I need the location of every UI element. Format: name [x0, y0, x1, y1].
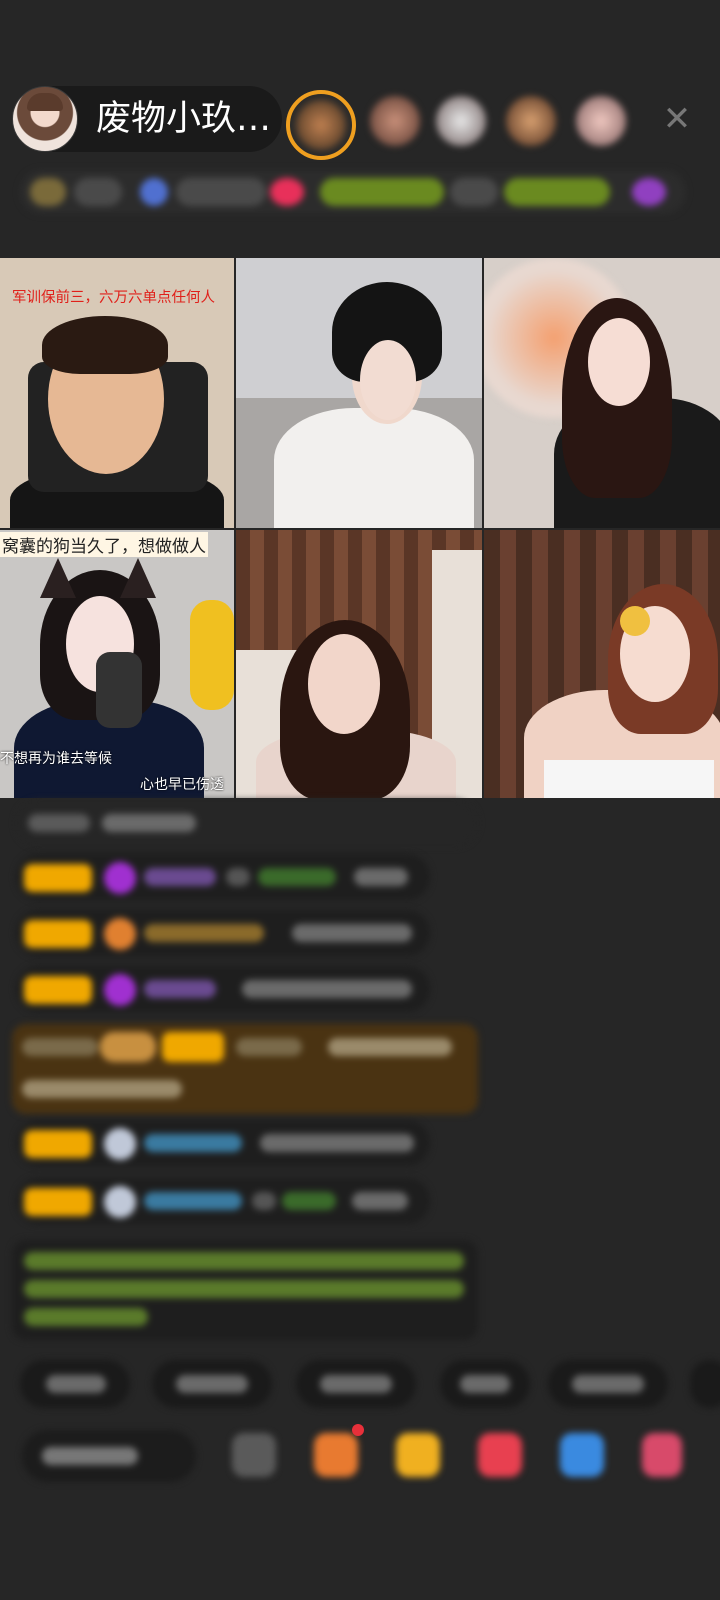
viewer-avatar-3[interactable]: [430, 90, 492, 152]
video-tile-2[interactable]: [236, 258, 482, 528]
video-tile-6[interactable]: [484, 530, 720, 798]
video-tile-lyric: 不想再为谁去等候: [0, 751, 112, 767]
chat-message[interactable]: [16, 854, 430, 900]
host-info-pill[interactable]: 废物小玖…: [12, 86, 282, 152]
viewer-avatar-2[interactable]: [364, 90, 426, 152]
host-name: 废物小玖…: [96, 99, 272, 139]
chat-message[interactable]: [16, 800, 478, 846]
chat-message[interactable]: [16, 966, 430, 1012]
quick-reply-chip[interactable]: [440, 1360, 530, 1408]
game-controller-icon[interactable]: [560, 1433, 604, 1477]
treasure-icon[interactable]: [396, 1433, 440, 1477]
close-icon[interactable]: ✕: [660, 102, 694, 136]
emoji-icon[interactable]: [232, 1433, 276, 1477]
video-tile-caption: 窝囊的狗当久了，想做做人: [0, 532, 208, 557]
say-something-input[interactable]: [22, 1430, 196, 1482]
video-tile-5[interactable]: [236, 530, 482, 798]
quick-reply-chip[interactable]: [548, 1360, 668, 1408]
gift-box-icon[interactable]: [314, 1433, 358, 1477]
video-tile-caption: 军训保前三，六万六单点任何人: [12, 290, 215, 306]
notification-dot: [352, 1424, 364, 1436]
quick-reply-chip[interactable]: [152, 1360, 272, 1408]
chat-message[interactable]: [16, 1120, 430, 1166]
quick-reply-chip[interactable]: [296, 1360, 416, 1408]
host-avatar[interactable]: [12, 86, 78, 152]
room-info-row[interactable]: [20, 170, 686, 214]
chat-message-highlight[interactable]: [12, 1024, 478, 1114]
video-tile-4[interactable]: 窝囊的狗当久了，想做做人 不想再为谁去等候 心也早已伤透: [0, 530, 234, 798]
multi-guest-video-grid: 军训保前三，六万六单点任何人 窝囊的狗当久了，想做做人 不想再为谁去等候 心也早…: [0, 258, 720, 798]
viewer-avatar-4[interactable]: [500, 90, 562, 152]
video-tile-3[interactable]: [484, 258, 720, 528]
video-tile-lyric: 心也早已伤透: [140, 777, 224, 793]
heart-game-icon[interactable]: [478, 1433, 522, 1477]
viewer-avatar-5[interactable]: [570, 90, 632, 152]
video-tile-1[interactable]: 军训保前三，六万六单点任何人: [0, 258, 234, 528]
chat-message[interactable]: [16, 1178, 430, 1224]
quick-reply-chip[interactable]: [20, 1360, 130, 1408]
chat-message[interactable]: [16, 910, 430, 956]
chat-system-message: [12, 1240, 478, 1340]
quick-reply-chip[interactable]: [690, 1360, 720, 1408]
viewer-avatar-1[interactable]: [286, 90, 356, 160]
more-apps-icon[interactable]: [642, 1433, 682, 1477]
